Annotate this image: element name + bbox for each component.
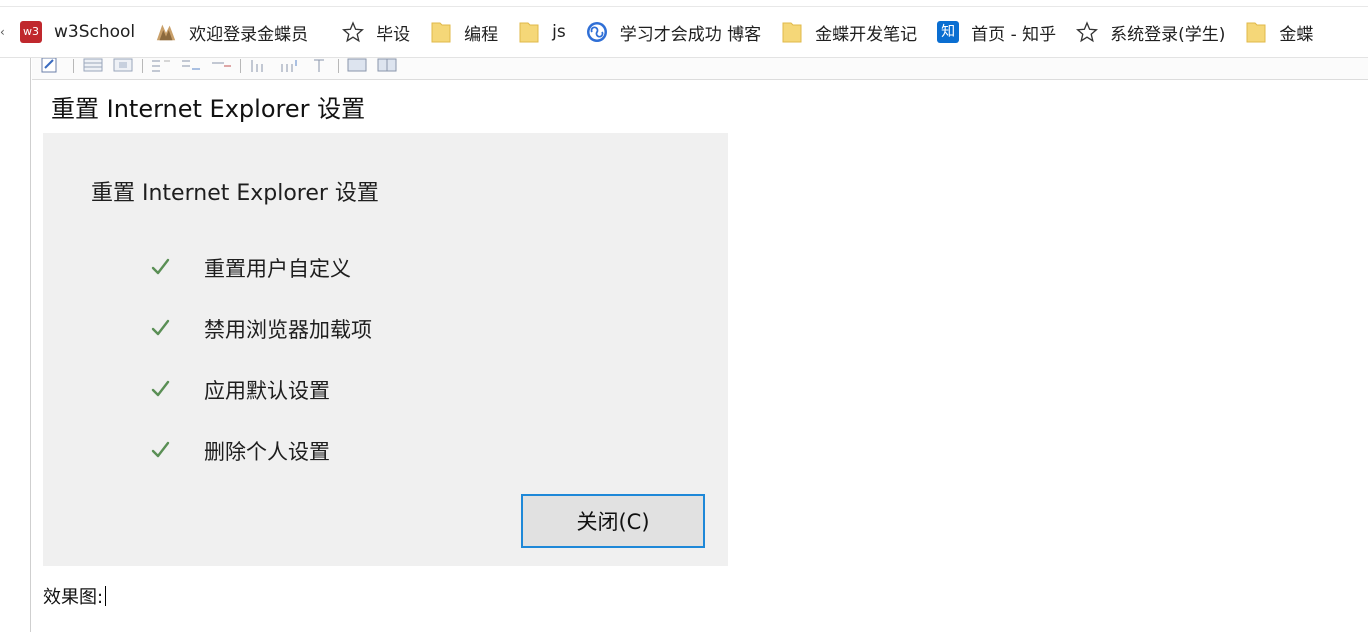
reset-checklist: 重置用户自定义 禁用浏览器加载项 应用默认设置 删除个人设置 <box>150 254 372 498</box>
folder-icon <box>430 21 452 43</box>
bookmark-label: 系统登录(学生) <box>1110 24 1226 45</box>
bookmark-label: 学习才会成功 博客 <box>619 24 762 45</box>
bookmark-label: 编程 <box>464 24 499 45</box>
split-cells-icon[interactable] <box>376 58 398 74</box>
bookmark-blog[interactable]: 学习才会成功 博客 <box>586 16 761 48</box>
list-item-label: 应用默认设置 <box>204 379 330 403</box>
folder-icon <box>518 21 540 43</box>
blog-icon <box>586 21 608 43</box>
bookmark-label: 欢迎登录金蝶员 <box>189 24 309 45</box>
insert-row-below-icon[interactable] <box>180 58 202 74</box>
bookmark-label: w3School <box>54 22 136 42</box>
reset-ie-panel: 重置 Internet Explorer 设置 重置用户自定义 禁用浏览器加载项… <box>43 133 728 566</box>
checkmark-icon <box>150 317 172 339</box>
bookmarks-divider <box>0 6 1368 7</box>
bookmark-label: 金蝶 <box>1279 24 1314 45</box>
table-props-icon[interactable] <box>112 58 134 74</box>
caption-text[interactable]: 效果图: <box>43 583 107 609</box>
delete-col-icon[interactable] <box>308 58 330 74</box>
edit-icon[interactable] <box>40 58 60 74</box>
insert-col-right-icon[interactable] <box>278 58 300 74</box>
page-title: 重置 Internet Explorer 设置 <box>51 95 366 123</box>
list-item: 禁用浏览器加载项 <box>150 315 372 376</box>
list-item: 删除个人设置 <box>150 437 372 498</box>
merge-cells-icon[interactable] <box>346 58 368 74</box>
folder-icon <box>1245 21 1267 43</box>
bookmark-bishe[interactable]: 毕设 <box>342 16 410 48</box>
toolbar-separator <box>142 59 143 73</box>
folder-icon <box>781 21 803 43</box>
editor-toolbar <box>32 58 1368 80</box>
bookmark-kingdee[interactable]: 金蝶 <box>1245 16 1313 48</box>
bookmark-biancheng[interactable]: 编程 <box>430 16 498 48</box>
bookmark-label: js <box>552 22 566 42</box>
insert-col-left-icon[interactable] <box>248 58 270 74</box>
bookmark-label: 毕设 <box>376 24 411 45</box>
bookmark-zhihu[interactable]: 知 首页 - 知乎 <box>937 16 1056 48</box>
kingdee-icon <box>155 21 177 43</box>
bookmarks-overflow-edge: ‹ <box>0 25 5 39</box>
toolbar-separator <box>240 59 241 73</box>
table-icon[interactable] <box>82 58 104 74</box>
insert-row-above-icon[interactable] <box>150 58 172 74</box>
close-button[interactable]: 关闭(C) <box>521 494 705 548</box>
checkmark-icon <box>150 256 172 278</box>
delete-row-icon[interactable] <box>210 58 232 74</box>
bookmark-label: 首页 - 知乎 <box>971 24 1057 45</box>
list-item-label: 重置用户自定义 <box>204 257 351 281</box>
panel-title: 重置 Internet Explorer 设置 <box>91 181 379 206</box>
bookmark-label: 金蝶开发笔记 <box>815 24 918 45</box>
bookmark-kingdee-notes[interactable]: 金蝶开发笔记 <box>781 16 917 48</box>
checkmark-icon <box>150 439 172 461</box>
list-item: 应用默认设置 <box>150 376 372 437</box>
star-icon <box>342 21 365 43</box>
list-item-label: 删除个人设置 <box>204 440 330 464</box>
bookmark-js[interactable]: js <box>518 16 566 48</box>
bookmarks-bar: ‹ w3 w3School 欢迎登录金蝶员 毕设 编程 js 学习才会成功 博客… <box>0 0 1368 58</box>
caption-label: 效果图: <box>43 587 104 608</box>
toolbar-separator <box>338 59 339 73</box>
list-item: 重置用户自定义 <box>150 254 372 315</box>
bookmarks-row: ‹ w3 w3School 欢迎登录金蝶员 毕设 编程 js 学习才会成功 博客… <box>0 16 1333 48</box>
editor-left-gutter <box>0 58 31 632</box>
bookmark-student-login[interactable]: 系统登录(学生) <box>1076 16 1225 48</box>
bookmark-kingdee-login[interactable]: 欢迎登录金蝶员 <box>155 16 308 48</box>
text-caret <box>105 586 107 606</box>
list-item-label: 禁用浏览器加载项 <box>204 318 372 342</box>
toolbar-separator <box>73 59 74 73</box>
bookmark-w3school[interactable]: w3 w3School <box>20 16 135 48</box>
w3school-icon: w3 <box>20 21 42 43</box>
zhihu-icon: 知 <box>937 21 960 43</box>
checkmark-icon <box>150 378 172 400</box>
star-icon <box>1076 21 1099 43</box>
